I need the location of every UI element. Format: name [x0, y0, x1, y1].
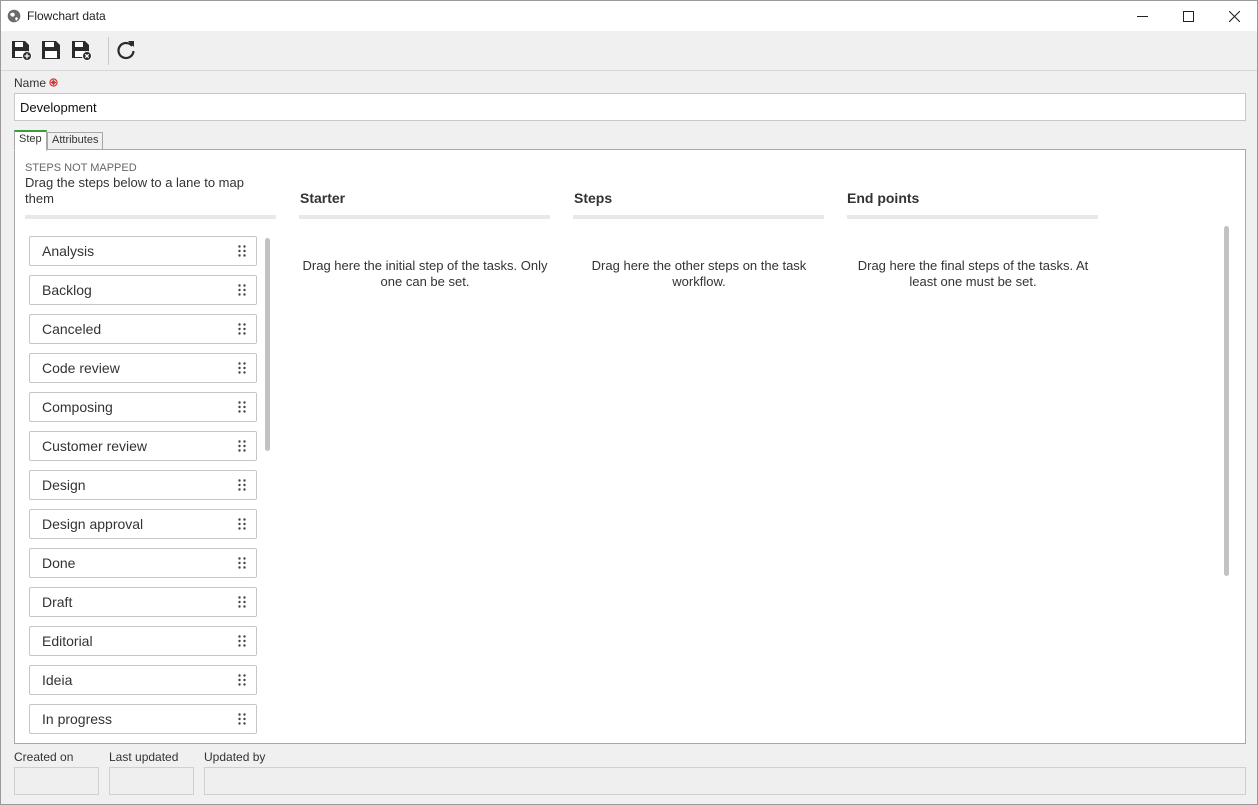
maximize-button[interactable]	[1165, 1, 1211, 31]
save-close-icon	[72, 41, 92, 61]
name-label: Name	[14, 76, 58, 90]
toolbar	[1, 31, 1257, 71]
step-item-label: Code review	[42, 360, 120, 376]
drag-handle-icon[interactable]	[238, 323, 246, 335]
lane-starter-bar	[299, 215, 550, 219]
save-new-button[interactable]	[9, 38, 33, 62]
last-updated-field	[109, 767, 194, 795]
step-item-label: Ideia	[42, 672, 73, 688]
step-item-label: Customer review	[42, 438, 148, 454]
step-item[interactable]: Backlog	[29, 275, 257, 305]
step-item[interactable]: Draft	[29, 587, 257, 617]
lane-end-points-bar	[847, 215, 1098, 219]
step-item-label: Canceled	[42, 321, 102, 337]
save-close-button[interactable]	[69, 38, 93, 62]
drag-handle-icon[interactable]	[238, 284, 246, 296]
drag-handle-icon[interactable]	[238, 362, 246, 374]
drag-handle-icon[interactable]	[238, 401, 246, 413]
steps-not-mapped-hint: Drag the steps below to a lane to map th…	[25, 175, 244, 206]
minimize-icon	[1136, 15, 1148, 17]
step-item-label: Design approval	[42, 516, 144, 532]
globe-icon	[7, 9, 21, 23]
updated-by-label: Updated by	[204, 750, 266, 764]
save-button[interactable]	[39, 38, 63, 62]
name-label-text: Name	[14, 76, 47, 90]
maximize-icon	[1182, 10, 1194, 22]
drag-handle-icon[interactable]	[238, 518, 246, 530]
step-item-label: Editorial	[42, 633, 93, 649]
step-item[interactable]: Editorial	[29, 626, 257, 656]
step-item-label: Draft	[42, 594, 73, 610]
step-item[interactable]: Ideia	[29, 665, 257, 695]
refresh-icon	[117, 41, 135, 60]
step-item[interactable]: Code review	[29, 353, 257, 383]
toolbar-separator	[108, 37, 109, 65]
step-item[interactable]: Canceled	[29, 314, 257, 344]
unmapped-step-list: Analysis Backlog Canceled Code review Compos…	[29, 236, 257, 743]
lane-starter-hint: Drag here the initial step of the tasks.…	[302, 258, 548, 289]
drag-handle-icon[interactable]	[238, 557, 246, 569]
step-item-label: In progress	[42, 711, 113, 727]
drag-handle-icon[interactable]	[238, 245, 246, 257]
flowchart-data-window: Flowchart data Name Development Step Att…	[0, 0, 1258, 805]
drag-handle-icon[interactable]	[238, 479, 246, 491]
step-item-label: Done	[42, 555, 76, 571]
refresh-button[interactable]	[114, 38, 138, 62]
updated-by-field	[204, 767, 1246, 795]
lane-end-points-hint: Drag here the final steps of the tasks. …	[857, 258, 1089, 289]
title-bar: Flowchart data	[1, 1, 1257, 31]
step-panel: STEPS NOT MAPPED Drag the steps below to…	[14, 149, 1246, 744]
lane-steps-bar	[573, 215, 824, 219]
close-icon	[1228, 10, 1240, 22]
lane-end-points-title: End points	[847, 190, 920, 206]
step-item[interactable]: In progress	[29, 704, 257, 734]
window-title: Flowchart data	[27, 9, 106, 23]
save-icon	[42, 41, 60, 59]
lanes-scrollbar[interactable]	[1224, 226, 1229, 576]
step-item[interactable]: Composing	[29, 392, 257, 422]
step-item-label: Design	[42, 477, 86, 493]
close-button[interactable]	[1211, 1, 1257, 31]
drag-handle-icon[interactable]	[238, 674, 246, 686]
step-item[interactable]: Customer review	[29, 431, 257, 461]
lane-steps-title: Steps	[574, 190, 613, 206]
created-on-label: Created on	[14, 750, 74, 764]
drag-handle-icon[interactable]	[238, 596, 246, 608]
steps-not-mapped-caption: STEPS NOT MAPPED	[25, 162, 137, 174]
drag-handle-icon[interactable]	[238, 635, 246, 647]
drag-handle-icon[interactable]	[238, 440, 246, 452]
step-item[interactable]: Done	[29, 548, 257, 578]
created-on-field	[14, 767, 99, 795]
unmapped-column-bar	[25, 215, 276, 219]
save-new-icon	[12, 41, 32, 61]
lane-starter-title: Starter	[300, 190, 346, 206]
lane-steps-hint: Drag here the other steps on the task wo…	[591, 258, 807, 289]
step-list-scrollbar[interactable]	[265, 238, 270, 451]
name-input[interactable]	[14, 93, 1246, 121]
step-item[interactable]: Design approval	[29, 509, 257, 539]
step-item-label: Composing	[42, 399, 113, 415]
minimize-button[interactable]	[1119, 1, 1165, 31]
tab-step[interactable]: Step	[14, 130, 47, 151]
tab-attributes[interactable]: Attributes	[47, 132, 104, 150]
required-icon	[49, 78, 58, 87]
step-item[interactable]: Design	[29, 470, 257, 500]
drag-handle-icon[interactable]	[238, 713, 246, 725]
step-item-label: Analysis	[42, 243, 95, 259]
step-item-label: Backlog	[42, 282, 92, 298]
last-updated-label: Last updated	[109, 750, 179, 764]
step-item[interactable]: Analysis	[29, 236, 257, 266]
